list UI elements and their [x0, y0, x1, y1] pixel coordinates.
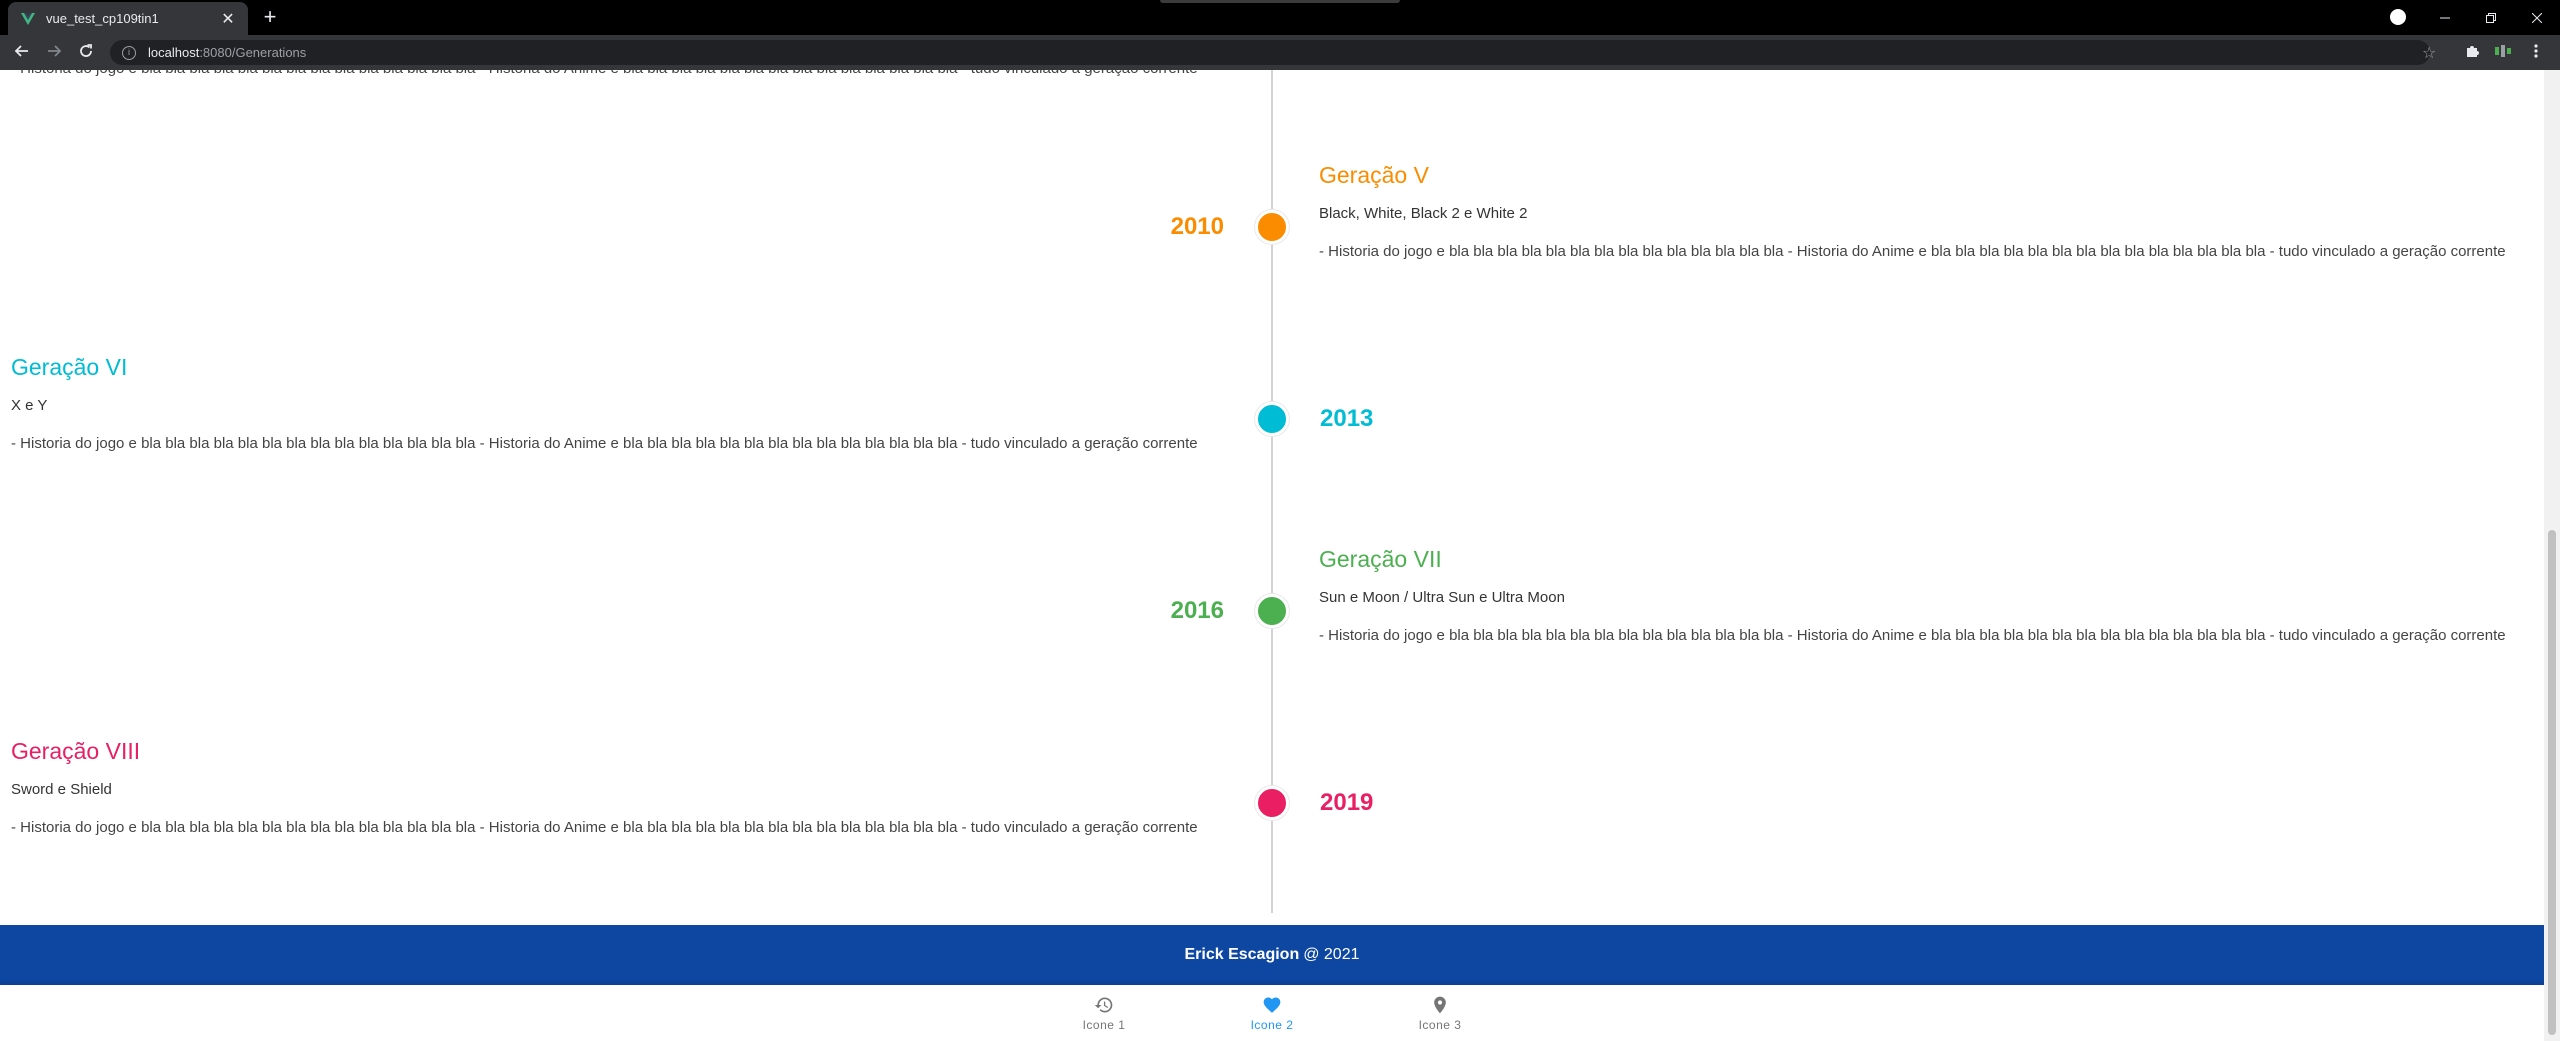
minimize-icon[interactable] [2422, 0, 2468, 35]
bottom-nav-item-icone-2[interactable]: Icone 2 [1188, 985, 1356, 1041]
window-notch [1160, 0, 1400, 3]
card-body: - Historia do jogo e bla bla bla bla bla… [11, 70, 1211, 81]
history-icon [1094, 997, 1113, 1012]
close-window-icon[interactable] [2514, 0, 2560, 35]
forward-arrow-icon[interactable] [44, 43, 64, 63]
card-title: Geração VII [1319, 546, 1442, 572]
bookmark-star-icon[interactable]: ☆ [2422, 43, 2436, 63]
bottom-nav-item-icone-3[interactable]: Icone 3 [1356, 985, 1524, 1041]
timeline-year: 2010 [1170, 213, 1224, 240]
timeline-card-gen-v: Geração V Black, White, Black 2 e White … [1319, 162, 2519, 264]
reload-icon[interactable] [76, 43, 96, 63]
tab-close-icon[interactable]: ✕ [220, 9, 236, 29]
timeline-dot [1255, 786, 1289, 820]
page-content: - Historia do jogo e bla bla bla bla bla… [0, 70, 2544, 1041]
restore-icon[interactable] [2468, 0, 2514, 35]
window-controls [2422, 0, 2560, 35]
footer-copyright: @ 2021 [1303, 946, 1360, 963]
bottom-nav-label: Icone 1 [1082, 1017, 1126, 1032]
map-marker-icon [1434, 996, 1446, 1013]
timeline-year: 2019 [1320, 789, 1374, 816]
card-body: - Historia do jogo e bla bla bla bla bla… [11, 819, 1198, 836]
timeline-year: 2016 [1170, 597, 1224, 624]
bottom-nav-item-icone-1[interactable]: Icone 1 [1020, 985, 1188, 1041]
card-title: Geração VI [11, 354, 128, 380]
timeline-dot [1255, 402, 1289, 436]
footer: Erick Escagion @ 2021 [0, 925, 2544, 985]
info-icon[interactable]: i [122, 45, 136, 60]
timeline-card-gen-vi: Geração VI X e Y - Historia do jogo e bl… [11, 354, 1211, 456]
menu-kebab-icon[interactable] [2534, 43, 2538, 64]
page-scrollbar[interactable] [2544, 70, 2560, 1041]
bottom-nav-label: Icone 3 [1418, 1017, 1462, 1032]
url-path: :8080/Generations [199, 45, 307, 60]
browser-titlebar: vue_test_cp109tin1 ✕ + [0, 0, 2560, 35]
back-arrow-icon[interactable] [12, 43, 32, 63]
timeline-year: 2013 [1320, 405, 1374, 432]
url-host: localhost [148, 45, 200, 60]
timeline-card-gen-vii: Geração VII Sun e Moon / Ultra Sun e Ult… [1319, 546, 2519, 648]
timeline-card-partial: - Historia do jogo e bla bla bla bla bla… [11, 70, 1211, 81]
card-body: - Historia do jogo e bla bla bla bla bla… [1319, 627, 2506, 644]
heart-icon [1263, 997, 1281, 1013]
extensions-puzzle-icon[interactable] [2464, 43, 2480, 64]
card-games: Sun e Moon / Ultra Sun e Ultra Moon [1319, 589, 1565, 606]
footer-author: Erick Escagion [1184, 946, 1300, 963]
timeline-dot [1255, 210, 1289, 244]
card-title: Geração VIII [11, 738, 141, 764]
vue-logo-icon [20, 11, 36, 27]
address-bar[interactable]: i localhost:8080/Generations [110, 40, 2430, 65]
browser-tab[interactable]: vue_test_cp109tin1 ✕ [8, 2, 248, 35]
card-games: Black, White, Black 2 e White 2 [1319, 205, 1528, 222]
scrollbar-thumb[interactable] [2548, 530, 2556, 1035]
timeline-dot [1255, 594, 1289, 628]
card-body: - Historia do jogo e bla bla bla bla bla… [11, 435, 1198, 452]
profile-icon[interactable] [2390, 9, 2406, 25]
bottom-nav-label: Icone 2 [1250, 1017, 1294, 1032]
card-games: X e Y [11, 397, 48, 414]
timeline-card-gen-viii: Geração VIII Sword e Shield - Historia d… [11, 738, 1211, 840]
tab-title: vue_test_cp109tin1 [46, 11, 159, 26]
new-tab-button[interactable]: + [258, 6, 282, 30]
extension-icon[interactable] [2494, 43, 2512, 64]
card-title: Geração V [1319, 162, 1429, 188]
browser-toolbar: i localhost:8080/Generations ☆ [0, 35, 2560, 70]
bottom-navigation: Icone 1 Icone 2 Icone 3 [0, 985, 2544, 1041]
card-games: Sword e Shield [11, 781, 112, 798]
card-body: - Historia do jogo e bla bla bla bla bla… [1319, 243, 2506, 260]
